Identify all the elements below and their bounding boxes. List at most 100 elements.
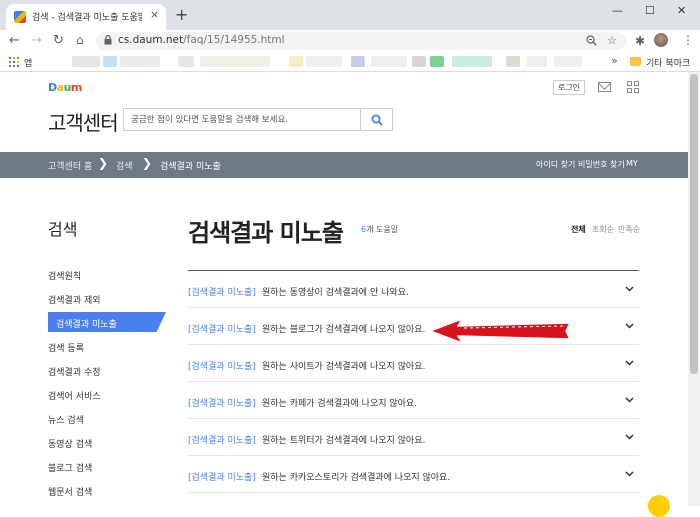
daum-logo[interactable]: Daum: [48, 81, 82, 94]
other-bookmarks[interactable]: 기타 북마크: [646, 56, 690, 69]
chevron-down-icon: [625, 323, 634, 329]
sort-satisfaction[interactable]: 만족순: [618, 224, 640, 235]
help-count: 6개 도움말: [361, 224, 398, 235]
faq-question: 원하는 사이트가 검색결과에 나오지 않아요.: [262, 362, 426, 372]
sidebar-item-active[interactable]: 검색결과 미노출: [48, 312, 166, 332]
sidebar-item[interactable]: 검색어 서비스: [48, 389, 101, 402]
logo-letter: D: [48, 81, 57, 94]
bookmarks-bar: 앱 » 기타 북마크: [0, 52, 700, 72]
search-box: [123, 108, 361, 131]
extensions-icon[interactable]: ✱: [635, 34, 645, 48]
sidebar-item[interactable]: 뉴스 검색: [48, 413, 84, 426]
minimize-button[interactable]: —: [612, 4, 623, 17]
bookmarks-more-button[interactable]: »: [611, 54, 618, 67]
url-host: cs.daum.net: [118, 34, 184, 46]
bookmark-item[interactable]: [351, 56, 365, 67]
search-input[interactable]: [124, 109, 360, 130]
find-password-link[interactable]: 비밀번호 찾기: [578, 159, 625, 170]
page-title: 검색결과 미노출: [188, 219, 344, 247]
faq-question: 원하는 동영상이 검색결과에 안 나와요.: [262, 288, 409, 298]
sidebar-item[interactable]: 동영상 검색: [48, 437, 92, 450]
logo-letter: u: [63, 81, 72, 94]
breadcrumb-search[interactable]: 검색: [116, 159, 133, 172]
faq-category: [검색결과 미노출]: [188, 473, 256, 483]
breadcrumb-home[interactable]: 고객센터 홈: [48, 159, 92, 172]
folder-icon: [630, 57, 641, 66]
sidebar-item[interactable]: 검색 등록: [48, 341, 84, 354]
bookmark-item[interactable]: [554, 56, 582, 67]
logo-letter: a: [56, 81, 64, 94]
bookmark-item[interactable]: [120, 56, 160, 67]
chevron-down-icon: [625, 360, 634, 366]
service-title[interactable]: 고객센터: [48, 107, 119, 136]
faq-question: 원하는 카카오스토리가 검색결과에 나오지 않아요.: [262, 473, 451, 483]
faq-item[interactable]: [검색결과 미노출] 원하는 카페가 검색결과에 나오지 않아요.: [188, 382, 639, 419]
faq-category: [검색결과 미노출]: [188, 288, 256, 298]
floating-help-button[interactable]: [648, 495, 670, 517]
chevron-down-icon: [625, 397, 634, 403]
search-icon: [371, 114, 383, 126]
sort-views[interactable]: 조회순: [592, 224, 614, 235]
sidebar-item[interactable]: 검색결과 제외: [48, 293, 101, 306]
bookmark-item[interactable]: [371, 56, 407, 67]
address-bar[interactable]: cs.daum.net/faq/15/14955.html ☆: [96, 32, 626, 50]
search-button[interactable]: [361, 108, 393, 131]
bookmark-item[interactable]: [306, 56, 342, 67]
bookmark-item[interactable]: [72, 56, 100, 67]
faq-item[interactable]: [검색결과 미노출] 원하는 사이트가 검색결과에 나오지 않아요.: [188, 345, 639, 382]
browser-tab[interactable]: 검색 - 검색결과 미노출 도움말 ×: [6, 4, 166, 30]
mail-icon[interactable]: [598, 82, 611, 92]
my-link[interactable]: MY: [626, 159, 638, 168]
tab-close-icon[interactable]: ×: [150, 8, 159, 21]
sidebar-title: 검색: [48, 220, 78, 239]
apps-label[interactable]: 앱: [24, 56, 32, 69]
forward-button[interactable]: →: [31, 33, 42, 48]
faq-category: [검색결과 미노출]: [188, 325, 256, 335]
find-id-link[interactable]: 아이디 찾기: [536, 159, 575, 170]
zoom-icon[interactable]: [586, 35, 597, 46]
bookmark-item[interactable]: [200, 56, 270, 67]
sidebar-item[interactable]: 검색결과 수정: [48, 365, 101, 378]
sort-all[interactable]: 전체: [571, 224, 586, 235]
faq-question: 원하는 카페가 검색결과에 나오지 않아요.: [262, 399, 418, 409]
bookmark-item[interactable]: [506, 56, 520, 67]
login-button[interactable]: 로그인: [553, 80, 585, 95]
sidebar-item-label: 검색결과 미노출: [56, 320, 117, 330]
daum-favicon-icon: [14, 11, 26, 23]
star-icon[interactable]: ☆: [607, 34, 617, 47]
url-path: /faq/15/14955.html: [183, 34, 285, 46]
new-tab-button[interactable]: +: [175, 5, 188, 24]
faq-question: 원하는 블로그가 검색결과에 나오지 않아요.: [262, 325, 426, 335]
profile-avatar[interactable]: [654, 33, 668, 47]
url-text: cs.daum.net/faq/15/14955.html: [118, 34, 285, 46]
chevron-right-icon: ❯: [98, 156, 109, 170]
service-menu-icon[interactable]: [627, 81, 639, 93]
bookmark-item[interactable]: [527, 56, 547, 67]
faq-item[interactable]: [검색결과 미노출] 원하는 동영상이 검색결과에 안 나와요.: [188, 271, 639, 308]
faq-item[interactable]: [검색결과 미노출] 원하는 카카오스토리가 검색결과에 나오지 않아요.: [188, 456, 639, 493]
menu-dots-icon[interactable]: ⋮: [682, 33, 694, 47]
bookmark-item[interactable]: [412, 56, 426, 67]
close-window-button[interactable]: ✕: [677, 4, 686, 17]
reload-button[interactable]: ↻: [53, 33, 64, 48]
breadcrumb-current: 검색결과 미노출: [160, 162, 221, 172]
bookmark-item[interactable]: [289, 56, 303, 67]
logo-letter: m: [70, 81, 82, 94]
bookmark-item[interactable]: [103, 56, 117, 67]
chevron-right-icon: ❯: [142, 156, 153, 170]
bookmark-item[interactable]: [452, 56, 492, 67]
apps-grid-icon[interactable]: [9, 57, 19, 67]
breadcrumb-bar: 고객센터 홈 ❯ 검색 ❯ 검색결과 미노출 아이디 찾기 비밀번호 찾기 MY: [0, 152, 688, 178]
faq-item[interactable]: [검색결과 미노출] 원하는 트위터가 검색결과에 나오지 않아요.: [188, 419, 639, 456]
sidebar-item[interactable]: 검색원칙: [48, 269, 81, 282]
sidebar-item[interactable]: 웹문서 검색: [48, 485, 92, 498]
sidebar-item[interactable]: 블로그 검색: [48, 461, 92, 474]
back-button[interactable]: ←: [9, 33, 20, 48]
bookmark-item[interactable]: [430, 56, 444, 67]
scroll-thumb[interactable]: [690, 74, 698, 374]
home-icon[interactable]: ⌂: [76, 33, 84, 47]
faq-category: [검색결과 미노출]: [188, 399, 256, 409]
page-scrollbar[interactable]: [688, 72, 700, 506]
bookmark-item[interactable]: [178, 56, 194, 67]
maximize-button[interactable]: ☐: [645, 4, 655, 17]
